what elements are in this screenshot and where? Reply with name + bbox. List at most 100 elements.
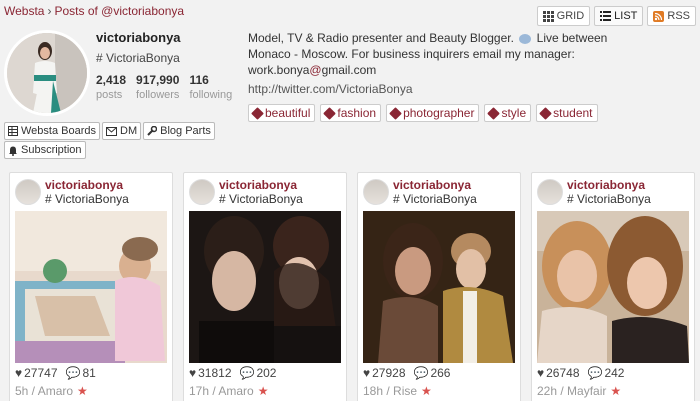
envelope-icon <box>106 126 118 136</box>
tag-icon <box>487 106 501 120</box>
profile-actions: Websta Boards DM Blog Parts <box>4 122 215 140</box>
tag-label: beautiful <box>265 106 311 120</box>
grid-icon <box>542 10 554 22</box>
post-header: victoriabonya # VictoriaBonya <box>15 179 129 206</box>
heart-icon: ♥ <box>363 366 371 380</box>
stat-following-value: 116 <box>189 73 209 87</box>
post-card: victoriabonya # VictoriaBonya ♥ 26748 💬 24… <box>531 172 695 401</box>
stat-followers[interactable]: 917,990 followers <box>136 73 179 101</box>
profile-username[interactable]: victoriabonya <box>96 30 236 45</box>
stat-posts-value: 2,418 <box>96 73 127 87</box>
table-icon <box>8 126 18 136</box>
breadcrumb-home-link[interactable]: Websta <box>4 4 44 18</box>
tag-label: student <box>553 106 593 120</box>
twitter-link[interactable]: http://twitter.com/VictoriaBonya <box>248 82 413 96</box>
post-time-filter: 17h / Amaro <box>189 384 254 398</box>
tag-photographer[interactable]: photographer <box>386 104 480 122</box>
speech-bubble-icon <box>519 33 532 44</box>
star-icon[interactable]: ★ <box>258 384 269 398</box>
post-fullname: # VictoriaBonya <box>219 192 303 206</box>
post-comments-count: 266 <box>430 366 451 380</box>
post-stats: ♥ 31812 💬 202 <box>189 366 276 380</box>
list-view-button[interactable]: LIST <box>594 6 644 26</box>
wrench-icon <box>147 126 158 136</box>
tag-student[interactable]: student <box>536 104 598 122</box>
post-avatar[interactable] <box>537 179 563 205</box>
post-likes[interactable]: ♥ 27747 <box>15 366 58 380</box>
post-likes-count: 26748 <box>546 366 580 380</box>
stat-posts[interactable]: 2,418 posts <box>96 73 126 101</box>
comment-icon: 💬 <box>587 366 603 380</box>
profile-avatar[interactable] <box>4 30 90 116</box>
bell-icon <box>9 146 17 156</box>
post-fullname: # VictoriaBonya <box>45 192 129 206</box>
tag-beautiful[interactable]: beautiful <box>248 104 316 122</box>
rss-button[interactable]: RSS <box>647 6 696 26</box>
post-avatar[interactable] <box>189 179 215 205</box>
dm-label: DM <box>120 125 138 137</box>
profile-fullname: # VictoriaBonya <box>96 51 180 65</box>
post-photo[interactable] <box>537 211 689 363</box>
post-username[interactable]: victoriabonya <box>219 179 303 192</box>
post-header: victoriabonya # VictoriaBonya <box>189 179 303 206</box>
post-card: victoriabonya # VictoriaBonya ♥ 31812 💬 20… <box>183 172 347 401</box>
post-stats: ♥ 26748 💬 242 <box>537 366 624 380</box>
post-stats: ♥ 27928 💬 266 <box>363 366 450 380</box>
dm-button[interactable]: DM <box>102 122 142 140</box>
post-comments[interactable]: 💬 81 <box>66 366 96 380</box>
stat-followers-value: 917,990 <box>136 73 180 87</box>
post-header: victoriabonya # VictoriaBonya <box>363 179 477 206</box>
stat-following[interactable]: 116 following <box>189 73 232 101</box>
blog-parts-label: Blog Parts <box>160 125 211 137</box>
star-icon[interactable]: ★ <box>77 384 88 398</box>
post-likes[interactable]: ♥ 31812 <box>189 366 232 380</box>
post-time-filter: 18h / Rise <box>363 384 418 398</box>
post-avatar[interactable] <box>363 179 389 205</box>
subscription-label: Subscription <box>21 144 82 156</box>
websta-boards-label: Websta Boards <box>21 125 97 137</box>
post-fullname: # VictoriaBonya <box>393 192 477 206</box>
tag-style[interactable]: style <box>484 104 532 122</box>
post-header: victoriabonya # VictoriaBonya <box>537 179 651 206</box>
stat-posts-label: posts <box>96 89 123 101</box>
comment-icon: 💬 <box>239 366 255 380</box>
websta-boards-button[interactable]: Websta Boards <box>4 122 101 140</box>
post-list: victoriabonya # VictoriaBonya ♥ 27747 💬 81 <box>9 172 695 401</box>
post-stats: ♥ 27747 💬 81 <box>15 366 96 380</box>
post-likes[interactable]: ♥ 27928 <box>363 366 406 380</box>
breadcrumb-separator: › <box>47 4 52 18</box>
post-photo[interactable] <box>189 211 341 363</box>
star-icon[interactable]: ★ <box>421 384 432 398</box>
tag-icon <box>539 106 553 120</box>
stat-following-label: following <box>189 89 233 101</box>
post-meta: 22h / Mayfair ★ <box>537 384 621 398</box>
profile-tags: beautiful fashion photographer style stu… <box>248 104 598 122</box>
tag-fashion[interactable]: fashion <box>320 104 382 122</box>
post-photo[interactable] <box>15 211 167 363</box>
post-likes[interactable]: ♥ 26748 <box>537 366 580 380</box>
post-time-filter: 22h / Mayfair <box>537 384 607 398</box>
post-username[interactable]: victoriabonya <box>567 179 651 192</box>
post-comments-count: 242 <box>604 366 625 380</box>
comment-icon: 💬 <box>65 366 81 380</box>
post-photo[interactable] <box>363 211 515 363</box>
bio-email-at[interactable]: @ <box>309 63 321 77</box>
post-comments[interactable]: 💬 242 <box>588 366 625 380</box>
post-comments[interactable]: 💬 266 <box>414 366 451 380</box>
comment-icon: 💬 <box>413 366 429 380</box>
subscription-actions: Subscription <box>4 141 86 159</box>
breadcrumb-current-link[interactable]: Posts of @victoriabonya <box>54 4 184 18</box>
grid-view-label: GRID <box>556 10 585 22</box>
post-card: victoriabonya # VictoriaBonya ♥ 27928 💬 26… <box>357 172 521 401</box>
post-username[interactable]: victoriabonya <box>393 179 477 192</box>
view-toggle: GRID LIST RSS <box>536 6 696 26</box>
subscription-button[interactable]: Subscription <box>4 141 86 159</box>
star-icon[interactable]: ★ <box>610 384 621 398</box>
post-likes-count: 31812 <box>198 366 232 380</box>
post-comments[interactable]: 💬 202 <box>240 366 277 380</box>
post-username[interactable]: victoriabonya <box>45 179 129 192</box>
tag-icon <box>389 106 402 120</box>
blog-parts-button[interactable]: Blog Parts <box>143 122 215 140</box>
grid-view-button[interactable]: GRID <box>536 6 591 26</box>
post-avatar[interactable] <box>15 179 41 205</box>
